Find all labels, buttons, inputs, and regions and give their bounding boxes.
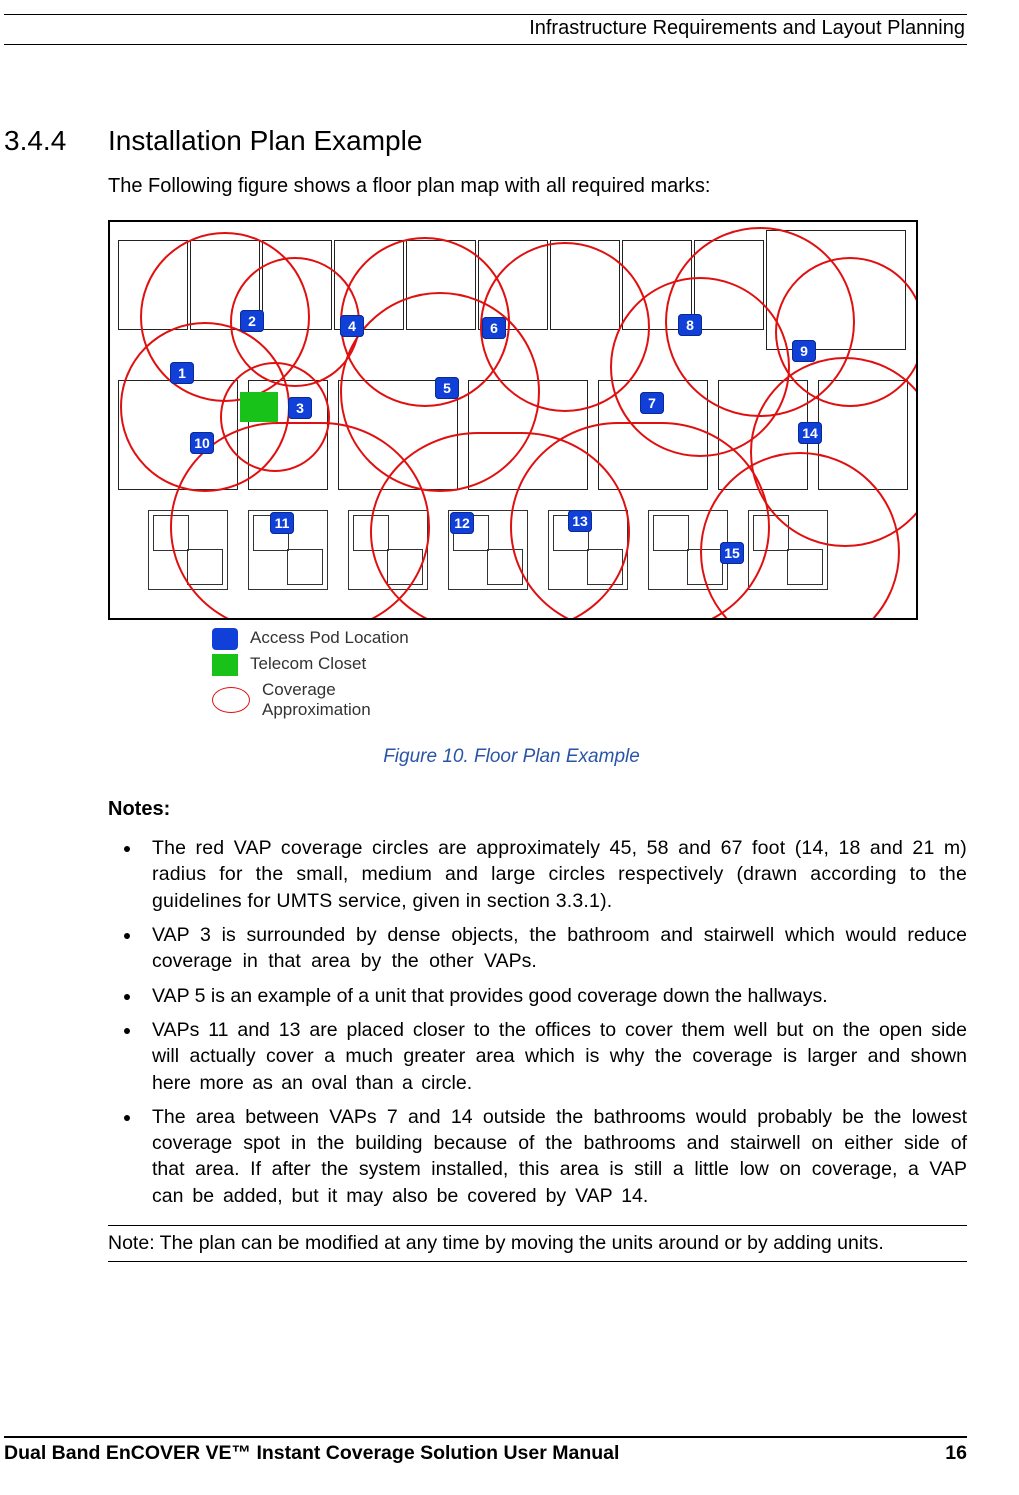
section-number: 3.4.4: [4, 125, 108, 157]
access-pod-15: 15: [720, 542, 744, 564]
notes-heading: Notes:: [4, 798, 967, 821]
access-pod-12: 12: [450, 512, 474, 534]
note-item: The red VAP coverage circles are approxi…: [142, 835, 967, 914]
footer-page-number: 16: [945, 1442, 967, 1465]
running-header: Infrastructure Requirements and Layout P…: [4, 17, 967, 44]
access-pod-14: 14: [798, 422, 822, 444]
header-bottom-rule: [4, 44, 967, 45]
note-item: VAP 5 is an example of a unit that provi…: [142, 983, 967, 1009]
note-item: VAP 3 is surrounded by dense objects, th…: [142, 922, 967, 975]
access-pod-13: 13: [568, 510, 592, 532]
note-item: The area between VAPs 7 and 14 outside t…: [142, 1104, 967, 1209]
access-pod-2: 2: [240, 310, 264, 332]
legend-swatch-blue: [212, 628, 238, 650]
access-pod-10: 10: [190, 432, 214, 454]
legend-label-telecom-closet: Telecom Closet: [250, 654, 366, 674]
legend: Access Pod Location Telecom Closet Cover…: [108, 620, 967, 720]
legend-row-access-pod: Access Pod Location: [212, 628, 967, 650]
legend-label-coverage-l2: Approximation: [262, 700, 371, 720]
separator-rule: [108, 1225, 967, 1226]
access-pod-7: 7: [640, 392, 664, 414]
final-note: Note: The plan can be modified at any ti…: [4, 1232, 967, 1255]
intro-text: The Following figure shows a floor plan …: [4, 175, 967, 198]
separator-rule: [108, 1261, 967, 1262]
access-pod-3: 3: [288, 397, 312, 419]
page-footer: Dual Band EnCOVER VE™ Instant Coverage S…: [4, 1436, 967, 1465]
figure-caption: Figure 10. Floor Plan Example: [4, 746, 967, 768]
legend-swatch-circle: [212, 687, 250, 713]
header-top-rule: [4, 14, 967, 15]
access-pod-6: 6: [482, 317, 506, 339]
telecom-closet-marker: [240, 392, 278, 422]
access-pod-8: 8: [678, 314, 702, 336]
legend-label-access-pod: Access Pod Location: [250, 628, 409, 648]
access-pod-11: 11: [270, 512, 294, 534]
floor-plan-diagram: 1 2 3 4 5 6 7 8 9 10 11 12 13 14 15: [108, 220, 918, 620]
footer-rule: [4, 1436, 967, 1438]
access-pod-5: 5: [435, 377, 459, 399]
note-item: VAPs 11 and 13 are placed closer to the …: [142, 1017, 967, 1096]
access-pod-4: 4: [340, 315, 364, 337]
access-pod-9: 9: [792, 340, 816, 362]
section-title: Installation Plan Example: [108, 125, 422, 157]
footer-manual-title: Dual Band EnCOVER VE™ Instant Coverage S…: [4, 1442, 619, 1465]
notes-list: The red VAP coverage circles are approxi…: [4, 835, 967, 1209]
legend-row-telecom-closet: Telecom Closet: [212, 654, 967, 676]
legend-label-coverage-l1: Coverage: [262, 680, 371, 700]
legend-swatch-green: [212, 654, 238, 676]
figure-wrap: 1 2 3 4 5 6 7 8 9 10 11 12 13 14 15 Acce…: [4, 220, 967, 720]
section-heading: 3.4.4 Installation Plan Example: [4, 125, 967, 157]
access-pod-1: 1: [170, 362, 194, 384]
legend-row-coverage: Coverage Approximation: [212, 680, 967, 720]
